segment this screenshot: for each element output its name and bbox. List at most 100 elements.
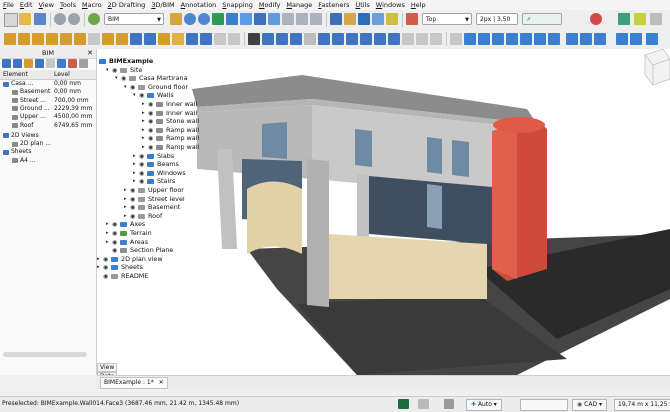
menu-utils[interactable]: Utils — [355, 1, 369, 9]
cut-icon[interactable] — [248, 33, 260, 45]
color-combo[interactable]: ➚ — [522, 13, 562, 25]
view-rear-icon[interactable] — [282, 13, 294, 25]
grid-icon[interactable] — [650, 13, 662, 25]
level-icon[interactable] — [346, 33, 358, 45]
menu-annotation[interactable]: Annotation — [181, 1, 217, 9]
view-preset-combo[interactable]: Top ▼ — [422, 13, 472, 25]
add-view-icon[interactable] — [24, 59, 33, 68]
open-folder-icon[interactable] — [19, 13, 31, 25]
menu-snapping[interactable]: Snapping — [222, 1, 253, 9]
close-icon[interactable]: ✕ — [87, 49, 93, 57]
group-icon[interactable] — [344, 13, 356, 25]
menu-windows[interactable]: Windows — [376, 1, 405, 9]
level-row[interactable]: Ground ... 2229,39 mm — [0, 105, 96, 113]
scale-icon[interactable] — [430, 33, 442, 45]
trim-icon[interactable] — [520, 33, 532, 45]
window-icon[interactable] — [186, 33, 198, 45]
level-row[interactable]: Basement 0,00 mm — [0, 88, 96, 96]
menu-modify[interactable]: Modify — [259, 1, 281, 9]
link-icon[interactable] — [358, 13, 370, 25]
level-row[interactable]: Sheets — [0, 148, 96, 156]
view-mode-selector[interactable] — [520, 399, 568, 411]
redo-icon[interactable] — [68, 13, 80, 25]
delete-view-icon[interactable] — [46, 59, 55, 68]
chamfer-icon[interactable] — [646, 33, 658, 45]
level-row[interactable]: 2D plan ... — [0, 140, 96, 148]
extrude-icon[interactable] — [506, 33, 518, 45]
menu-edit[interactable]: Edit — [20, 1, 33, 9]
array-icon[interactable] — [416, 33, 428, 45]
door-icon[interactable] — [200, 33, 212, 45]
clone-icon[interactable] — [402, 33, 414, 45]
schedule-icon[interactable] — [304, 33, 316, 45]
split-icon[interactable] — [616, 33, 628, 45]
toggle-view-icon[interactable] — [68, 59, 77, 68]
stairs-icon[interactable] — [158, 33, 170, 45]
add-sheet-icon[interactable] — [35, 59, 44, 68]
visibility-eye-icon[interactable]: ◉ — [148, 143, 153, 152]
view-isometric-icon[interactable] — [226, 13, 238, 25]
level-row[interactable]: Upper ... 4500,00 mm — [0, 113, 96, 121]
snap-icon[interactable] — [418, 399, 429, 409]
wire-icon[interactable] — [18, 33, 30, 45]
level-row[interactable]: Casa ... 0,00 mm — [0, 80, 96, 88]
line-icon[interactable] — [4, 33, 16, 45]
menu-2d-drafting[interactable]: 2D Drafting — [108, 1, 146, 9]
bspline-icon[interactable] — [88, 33, 100, 45]
chevron-right-icon[interactable]: ▸ — [97, 263, 100, 272]
building-icon[interactable] — [332, 33, 344, 45]
panel-menu-icon[interactable] — [79, 59, 88, 68]
zoom-fit-icon[interactable] — [184, 13, 196, 25]
close-tab-icon[interactable]: ✕ — [159, 379, 164, 386]
offset-icon[interactable] — [492, 33, 504, 45]
visibility-eye-icon[interactable]: ◉ — [112, 246, 117, 255]
section-icon[interactable] — [276, 33, 288, 45]
chevron-down-icon[interactable]: ▾ — [106, 66, 109, 75]
view-left-icon[interactable] — [310, 13, 322, 25]
chevron-right-icon[interactable]: ▸ — [124, 212, 127, 221]
line-width-combo[interactable]: 2px | 3,50 mm — [476, 13, 518, 35]
menu-3d-bim[interactable]: 3D/BIM — [151, 1, 174, 9]
level-row[interactable]: 2D Views — [0, 132, 96, 140]
arc-icon[interactable] — [32, 33, 44, 45]
working-plane-icon[interactable] — [634, 13, 646, 25]
equipment-icon[interactable] — [228, 33, 240, 45]
wall-icon[interactable] — [130, 33, 142, 45]
component-icon[interactable] — [388, 33, 400, 45]
space-icon[interactable] — [262, 33, 274, 45]
view-front-icon[interactable] — [240, 13, 252, 25]
level-row[interactable]: Street ... 700,00 mm — [0, 97, 96, 105]
polygon-icon[interactable] — [74, 33, 86, 45]
stretch-icon[interactable] — [580, 33, 592, 45]
menu-help[interactable]: Help — [411, 1, 426, 9]
save-icon[interactable] — [34, 13, 46, 25]
dimension-icon[interactable] — [116, 33, 128, 45]
site-icon[interactable] — [318, 33, 330, 45]
building-model[interactable] — [97, 49, 670, 375]
join-icon[interactable] — [594, 33, 606, 45]
menu-view[interactable]: View — [39, 1, 54, 9]
panel-icon[interactable] — [214, 33, 226, 45]
project-icon[interactable] — [360, 33, 372, 45]
text-icon[interactable] — [102, 33, 114, 45]
grid-toggle-icon[interactable] — [444, 399, 454, 409]
document-tab[interactable]: BIMExample : 1* ✕ — [100, 377, 168, 389]
rectangle-icon[interactable] — [60, 33, 72, 45]
menu-fasteners[interactable]: Fasteners — [318, 1, 349, 9]
visibility-eye-icon[interactable]: ◉ — [139, 177, 144, 186]
menu-macro[interactable]: Macro — [82, 1, 102, 9]
rename-view-icon[interactable] — [57, 59, 66, 68]
level-row[interactable]: Roof 6749,65 mm — [0, 122, 96, 130]
add-building-icon[interactable] — [13, 59, 22, 68]
measure-icon[interactable] — [386, 13, 398, 25]
menu-tools[interactable]: Tools — [60, 1, 76, 9]
view-toggle-icon[interactable] — [450, 33, 462, 45]
chevron-down-icon[interactable]: ▾ — [133, 91, 136, 100]
chevron-down-icon[interactable]: ▾ — [115, 74, 118, 83]
move-icon[interactable] — [464, 33, 476, 45]
menu-file[interactable]: File — [3, 1, 14, 9]
downgrade-icon[interactable] — [548, 33, 560, 45]
3d-viewport[interactable]: BIMExample ▾ ◉ Site ▾ ◉ Casa Martirana ▾ ◉ Ground… — [97, 49, 670, 375]
lock-icon[interactable] — [618, 13, 630, 25]
refresh-icon[interactable] — [88, 13, 100, 25]
